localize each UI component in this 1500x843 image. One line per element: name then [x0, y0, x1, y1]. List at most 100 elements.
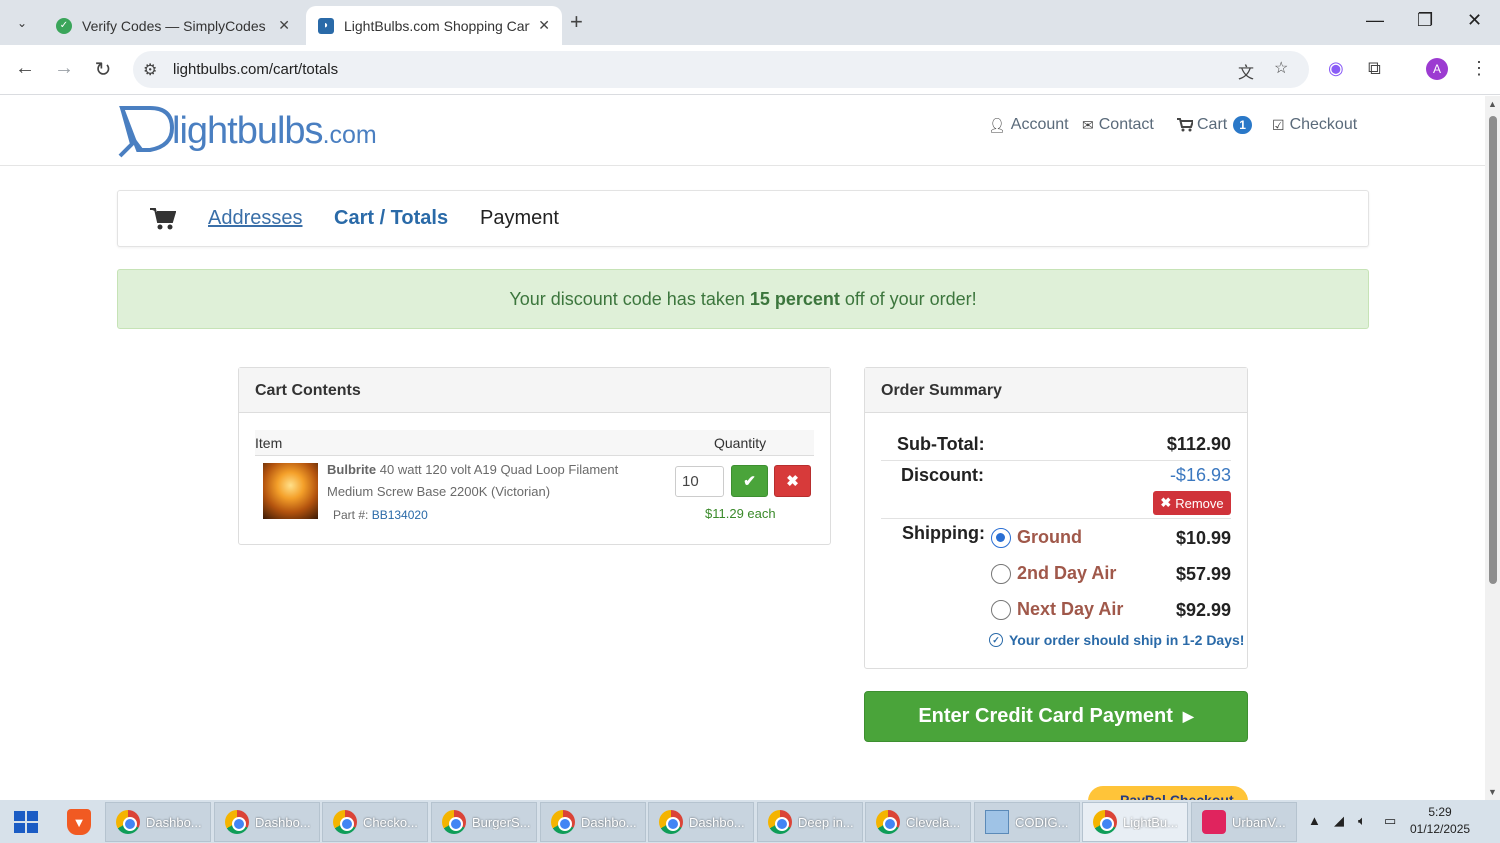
- taskbar-item[interactable]: Dashbo...: [540, 802, 646, 842]
- product-thumbnail[interactable]: [263, 463, 318, 519]
- clock-date: 01/12/2025: [1410, 822, 1471, 836]
- taskbar-item-label: UrbanV...: [1232, 814, 1286, 830]
- update-quantity-button[interactable]: ✔: [731, 465, 768, 497]
- volume-icon[interactable]: 🔈︎: [1358, 813, 1366, 829]
- page-content: lightbulbs .com 👤︎ Account ✉ Contact Car…: [0, 96, 1485, 800]
- remove-item-button[interactable]: ✖: [774, 465, 811, 497]
- browser-menu-icon[interactable]: ⋮: [1470, 58, 1488, 79]
- shipping-option-name: 2nd Day Air: [1017, 563, 1117, 583]
- tab-title: Verify Codes — SimplyCodes: [82, 17, 266, 34]
- taskbar-item[interactable]: CODIG...: [974, 802, 1080, 842]
- tray-overflow-icon[interactable]: ▲: [1308, 813, 1321, 828]
- step-payment: Payment: [480, 207, 559, 229]
- taskbar-item[interactable]: Checko...: [322, 802, 428, 842]
- lightbulb-logo-icon: [118, 106, 175, 158]
- windows-start-icon[interactable]: [14, 811, 38, 833]
- subtotal-value: $112.90: [1166, 434, 1231, 454]
- site-logo[interactable]: lightbulbs .com: [116, 104, 377, 158]
- account-link[interactable]: 👤︎ Account: [988, 116, 1069, 134]
- scroll-down-arrow-icon[interactable]: ▼: [1488, 787, 1497, 797]
- site-info-icon[interactable]: ⚙: [143, 60, 157, 80]
- discount-label: Discount:: [901, 465, 984, 485]
- tab-lightbulbs-cart[interactable]: ◗ LightBulbs.com Shopping Cart ✕: [306, 6, 562, 45]
- new-tab-plus-icon[interactable]: +: [570, 11, 583, 33]
- radio-unselected[interactable]: [991, 563, 1011, 584]
- product-name[interactable]: Bulbrite 40 watt 120 volt A19 Quad Loop …: [327, 459, 647, 503]
- tab-verify-codes[interactable]: ✓ Verify Codes — SimplyCodes ✕: [44, 6, 302, 45]
- account-label: Account: [1010, 116, 1069, 133]
- minimize-icon[interactable]: —: [1366, 10, 1384, 31]
- network-icon[interactable]: ◢: [1334, 813, 1344, 829]
- bookmark-star-icon[interactable]: ☆: [1274, 58, 1288, 78]
- close-window-icon[interactable]: ✕: [1467, 10, 1482, 31]
- address-bar[interactable]: lightbulbs.com/cart/totals: [133, 51, 1309, 88]
- x-icon: ✖: [1160, 495, 1172, 510]
- envelope-icon: ✉: [1082, 116, 1094, 133]
- extension-icon[interactable]: ◉: [1328, 58, 1344, 79]
- shipping-option-2nd-day-air[interactable]: 2nd Day Air: [991, 563, 1116, 584]
- shipping-price: $57.99: [1175, 564, 1231, 584]
- enter-credit-card-payment-button[interactable]: Enter Credit Card Payment ▶: [864, 691, 1248, 742]
- cart-contents-panel: Cart Contents Item Quantity Bulbrite 40 …: [238, 367, 831, 545]
- translate-icon[interactable]: ⽂: [1238, 59, 1254, 83]
- back-arrow-icon[interactable]: ←: [12, 57, 38, 80]
- column-quantity: Quantity: [714, 435, 767, 451]
- profile-avatar[interactable]: A: [1426, 58, 1448, 80]
- chrome-icon: [551, 810, 575, 834]
- scrollbar-thumb[interactable]: [1489, 116, 1497, 584]
- shipping-option-next-day-air[interactable]: Next Day Air: [991, 599, 1123, 620]
- contact-link[interactable]: ✉ Contact: [1082, 116, 1154, 134]
- taskbar-item-label: Clevela...: [906, 814, 961, 830]
- discount-value: -$16.93: [1169, 465, 1231, 485]
- simplycodes-favicon-icon: ✓: [56, 17, 72, 34]
- tab-search-button[interactable]: ⌄: [8, 9, 36, 37]
- taskbar-item-active[interactable]: LightBu...: [1082, 802, 1188, 842]
- taskbar-item[interactable]: Deep in...: [757, 802, 863, 842]
- step-addresses-link[interactable]: Addresses: [208, 207, 303, 230]
- taskbar-item[interactable]: BurgerS...: [431, 802, 537, 842]
- taskbar-item-label: CODIG...: [1015, 814, 1069, 830]
- tab-title: LightBulbs.com Shopping Cart: [344, 17, 531, 34]
- address-url[interactable]: lightbulbs.com/cart/totals: [173, 61, 338, 78]
- caret-right-icon: ▶: [1182, 708, 1194, 724]
- checkout-link[interactable]: ☑ Checkout: [1272, 116, 1357, 134]
- radio-unselected[interactable]: [991, 599, 1011, 620]
- reload-icon[interactable]: ↻: [90, 57, 116, 82]
- order-summary-heading: Order Summary: [865, 368, 1247, 413]
- paypal-checkout-button[interactable]: PayPal Checkout: [1088, 786, 1248, 800]
- forward-arrow-icon[interactable]: →: [51, 57, 77, 80]
- shipping-option-ground[interactable]: Ground: [991, 527, 1082, 548]
- alert-text-before: Your discount code has taken: [509, 288, 745, 309]
- taskbar-item[interactable]: UrbanV...: [1191, 802, 1297, 842]
- app-icon: [1202, 810, 1226, 834]
- taskbar-item[interactable]: Dashbo...: [214, 802, 320, 842]
- taskbar-item[interactable]: Dashbo...: [105, 802, 211, 842]
- restore-icon[interactable]: ❐: [1417, 10, 1433, 31]
- cc-button-label: Enter Credit Card Payment: [918, 705, 1173, 727]
- subtotal-label: Sub-Total:: [897, 434, 985, 454]
- brave-browser-icon[interactable]: ▼: [67, 809, 91, 835]
- paypal-label: PayPal Checkout: [1120, 792, 1234, 800]
- shipping-label: Shipping:: [902, 523, 985, 543]
- discount-alert: Your discount code has taken 15 percent …: [117, 269, 1369, 329]
- remove-discount-button[interactable]: ✖ Remove: [1153, 491, 1231, 515]
- taskbar-item[interactable]: Clevela...: [865, 802, 971, 842]
- tab-close-icon[interactable]: ✕: [278, 17, 290, 34]
- quantity-input[interactable]: [675, 466, 724, 497]
- cart-link[interactable]: Cart 1: [1177, 116, 1252, 134]
- taskbar-item[interactable]: Dashbo...: [648, 802, 754, 842]
- cart-table-header: Item Quantity: [255, 430, 814, 456]
- extensions-puzzle-icon[interactable]: ⧉: [1368, 58, 1381, 79]
- radio-selected[interactable]: [991, 527, 1011, 548]
- system-clock[interactable]: 5:29 01/12/2025: [1410, 804, 1470, 838]
- user-icon: 👤︎: [988, 116, 1006, 133]
- page-scrollbar[interactable]: ▲ ▼: [1485, 96, 1500, 800]
- tab-close-icon[interactable]: ✕: [538, 17, 550, 34]
- chrome-icon: [442, 810, 466, 834]
- clock-time: 5:29: [1428, 805, 1452, 819]
- battery-icon[interactable]: ▭: [1384, 813, 1396, 829]
- logo-suffix: .com: [322, 120, 377, 149]
- chrome-icon: [225, 810, 249, 834]
- divider: [881, 518, 1231, 519]
- scroll-up-arrow-icon[interactable]: ▲: [1488, 99, 1497, 109]
